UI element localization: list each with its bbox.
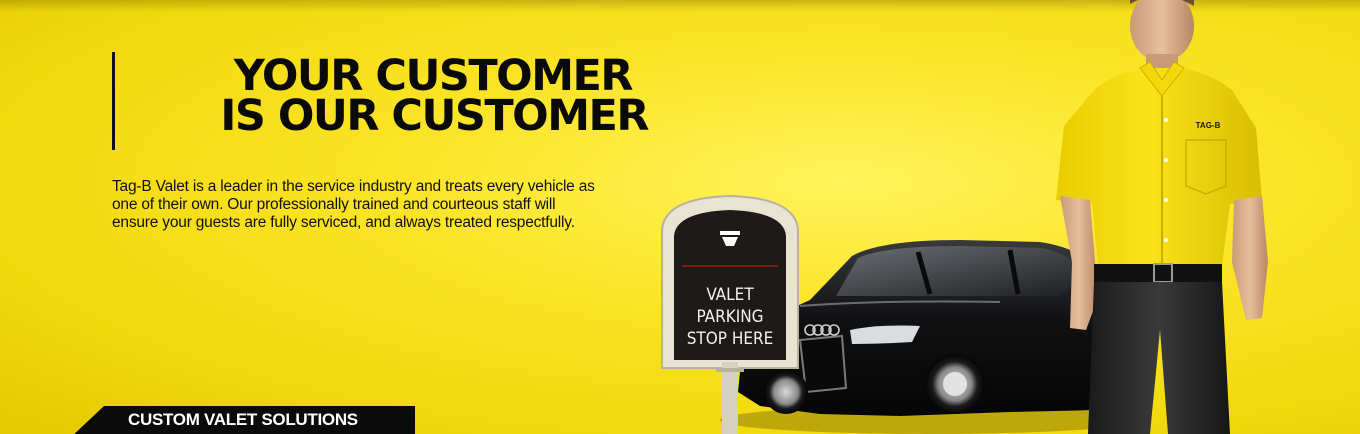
custom-valet-ribbon-label[interactable]: CUSTOM VALET SOLUTIONS — [128, 410, 358, 430]
sign-line-2: PARKING — [696, 307, 763, 327]
hero-illustration: VALET PARKING STOP HERE TAG-B — [661, 0, 1268, 434]
sign-line-3: STOP HERE — [687, 329, 774, 349]
sign-line-1: VALET — [706, 285, 754, 305]
hero-banner: YOUR CUSTOMER IS OUR CUSTOMER Tag-B Vale… — [0, 0, 1360, 434]
shirt-logo-text: TAG-B — [1196, 121, 1221, 130]
